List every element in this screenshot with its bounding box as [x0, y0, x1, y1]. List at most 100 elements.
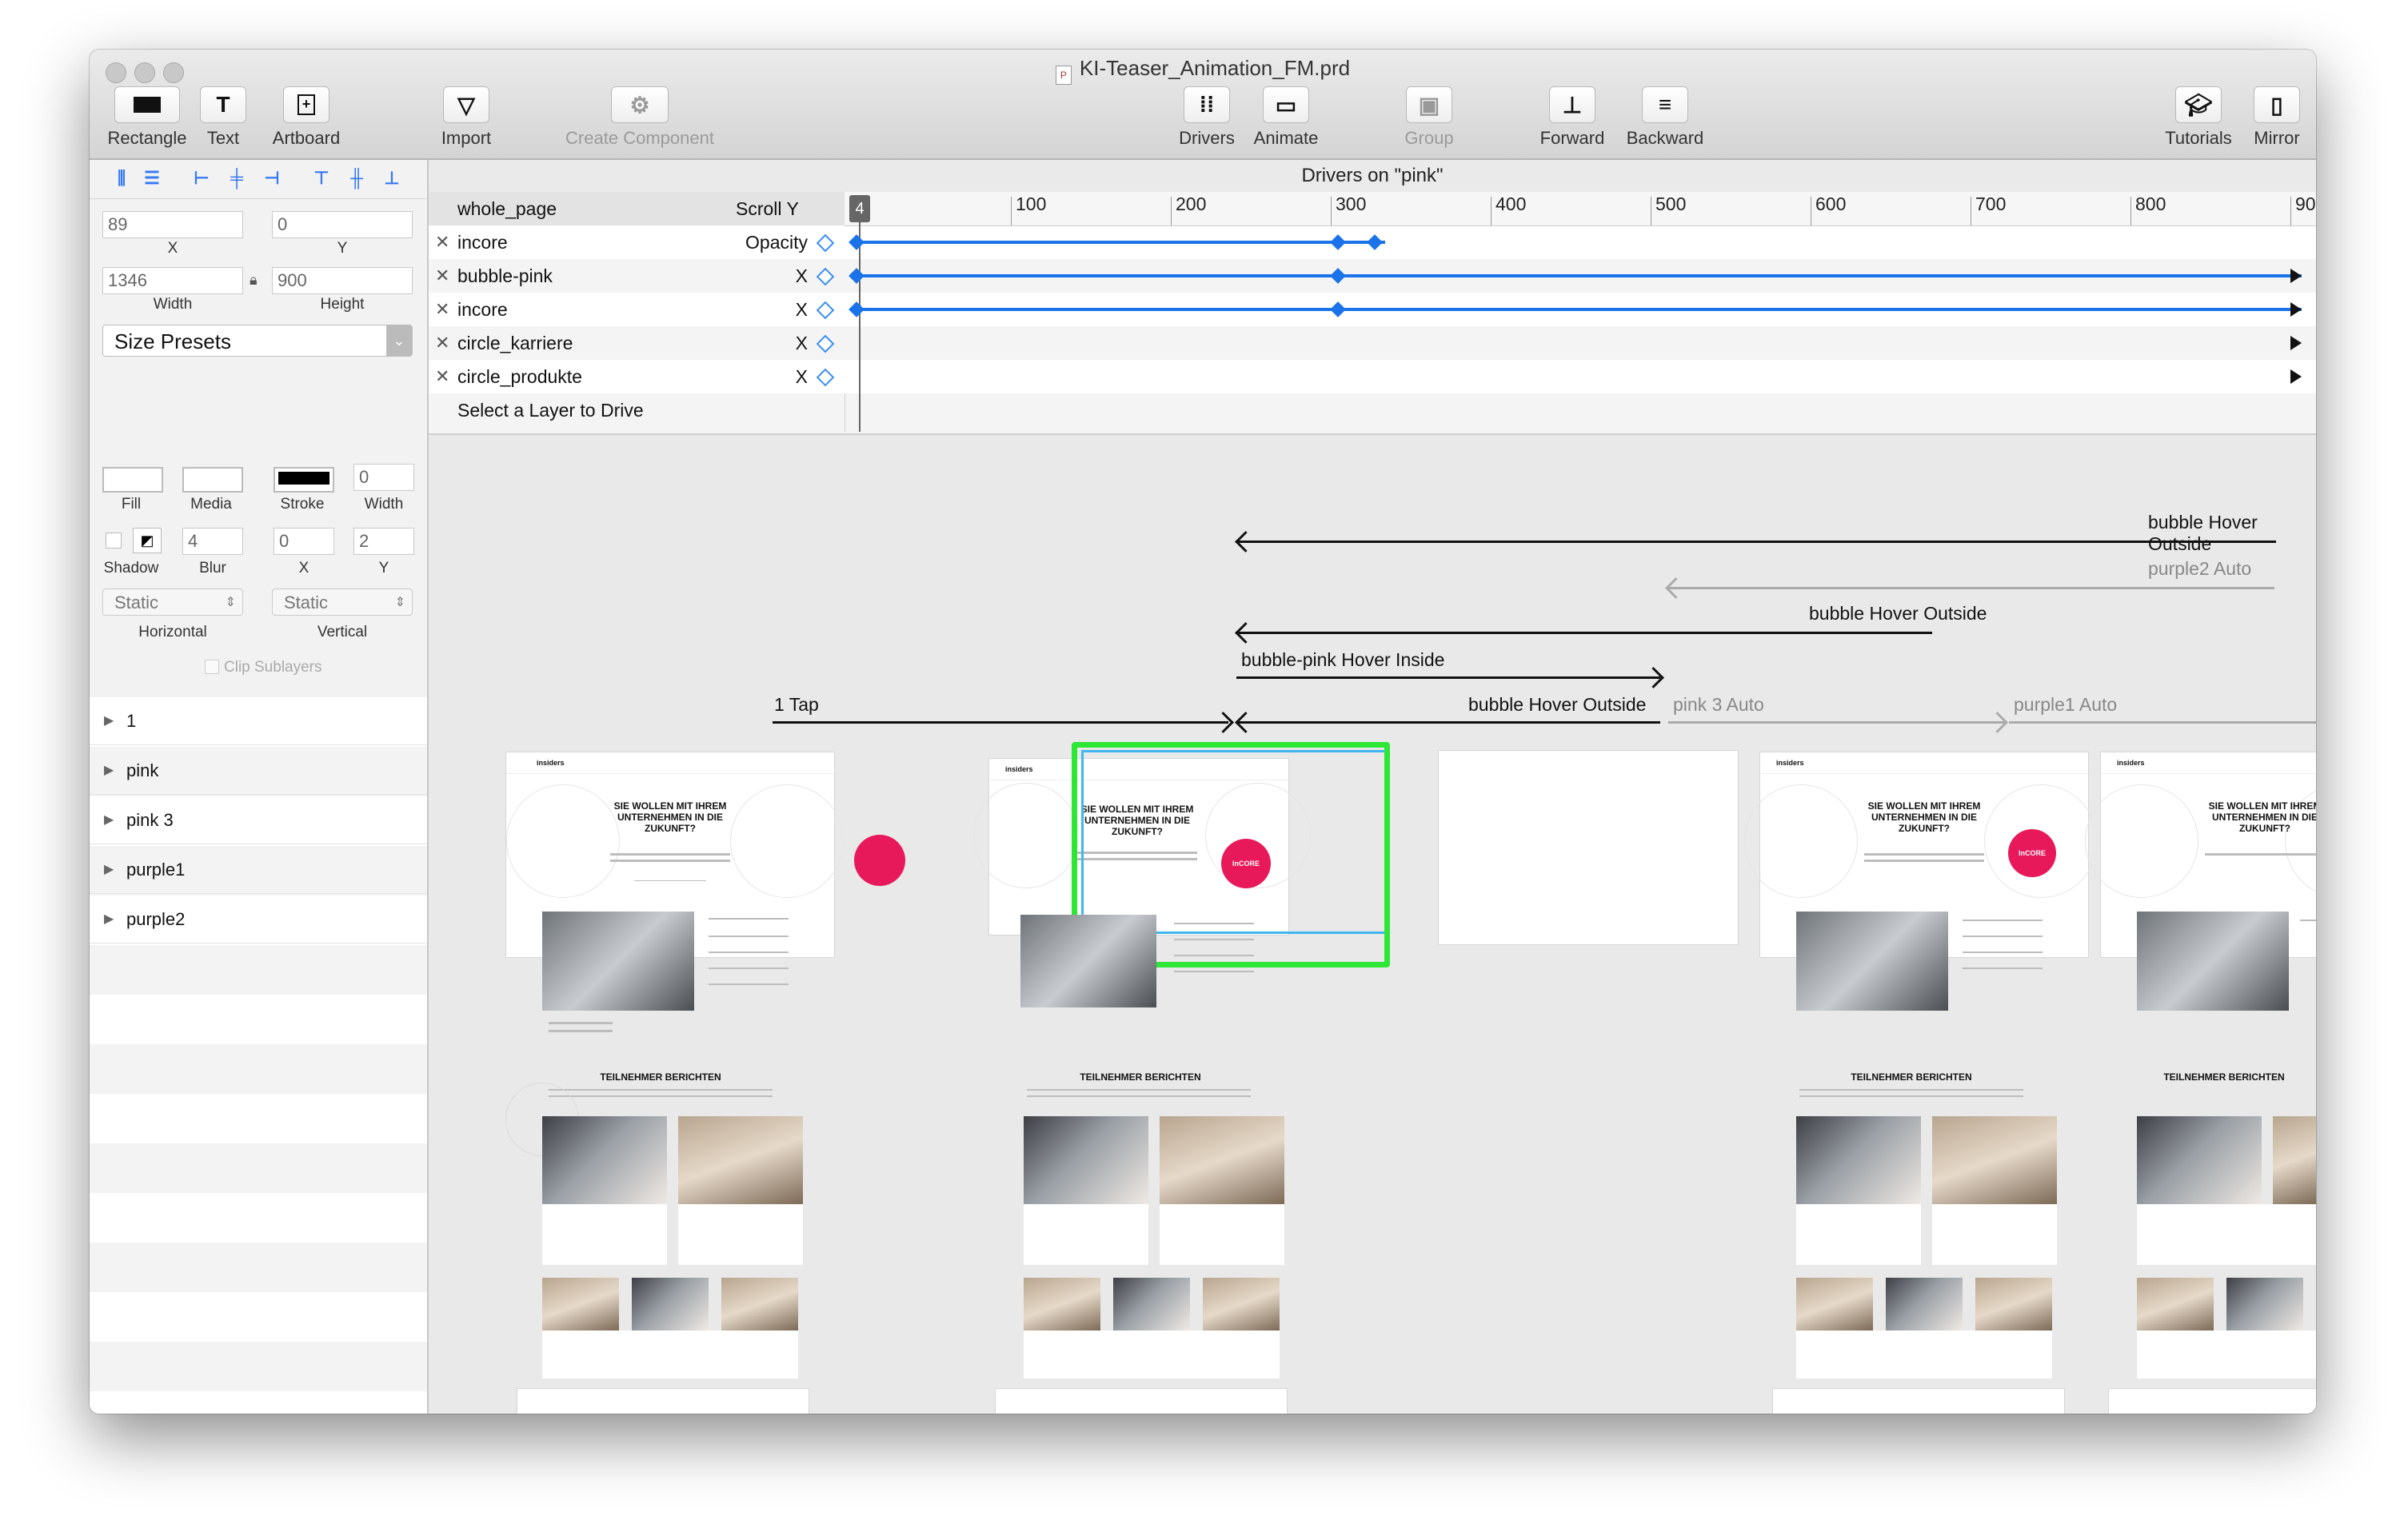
mirror-button[interactable]: ▯ Mirror [2242, 86, 2311, 149]
rectangle-tool-button[interactable]: Rectangle [99, 86, 195, 149]
connection-label[interactable]: bubble-pink Hover Inside [1241, 649, 1444, 671]
artboard-tool-button[interactable]: + Artboard [262, 86, 350, 149]
stroke-width-field[interactable]: 0 [353, 464, 414, 491]
connection-label[interactable]: purple1 Auto [2014, 694, 2117, 716]
keyframe-toggle-icon[interactable] [816, 233, 835, 253]
group-button[interactable]: ▣ Group [1393, 86, 1465, 149]
shadow-x-field[interactable]: 0 [274, 528, 334, 555]
disclosure-triangle-icon[interactable]: ▶ [104, 796, 114, 844]
distribute-vertical-icon[interactable]: ☰ [136, 166, 168, 190]
connection-line[interactable] [1236, 632, 1932, 634]
width-field[interactable]: 1346 [102, 267, 243, 294]
disclosure-triangle-icon[interactable]: ▶ [104, 846, 114, 894]
artboard-photo [721, 1278, 798, 1331]
shadow-color-icon[interactable]: ◩ [133, 528, 162, 553]
connection-label[interactable]: bubble Hover Outside [2148, 512, 2316, 555]
shadow-checkbox[interactable] [106, 533, 122, 549]
horizontal-constraint-select[interactable]: Static ⇕ [102, 588, 243, 616]
remove-driver-icon[interactable]: ✕ [435, 225, 449, 259]
keyframe-toggle-icon[interactable] [816, 368, 835, 387]
vertical-label: Vertical [317, 624, 368, 640]
connection-line[interactable] [1668, 721, 2004, 724]
blur-field[interactable]: 4 [182, 528, 243, 555]
forward-button[interactable]: ⊥ Forward [1532, 86, 1612, 149]
media-swatch[interactable] [182, 467, 243, 493]
keyframe-toggle-icon[interactable] [816, 334, 835, 353]
text-icon: T [200, 86, 246, 123]
align-right-icon[interactable]: ⊣ [256, 166, 288, 190]
section-heading: TEILNEHMER BERICHTEN [1851, 1071, 1972, 1083]
connection-line[interactable] [1236, 541, 2276, 543]
x-field[interactable]: 89 [102, 211, 243, 238]
shadow-y-field[interactable]: 2 [353, 528, 414, 555]
keyframe[interactable] [1330, 268, 1346, 284]
artboard-pink3[interactable] [1438, 750, 1739, 945]
disclosure-triangle-icon[interactable]: ▶ [104, 747, 114, 795]
connection-label[interactable]: purple2 Auto [2148, 558, 2251, 580]
height-field[interactable]: 900 [272, 267, 413, 294]
size-presets-select[interactable]: Size Presets ⌄ [102, 325, 413, 357]
connection-line[interactable] [1236, 676, 1660, 679]
connection-line[interactable] [1236, 721, 1660, 724]
import-button[interactable]: ▽ Import [422, 86, 510, 149]
driver-timeline[interactable]: 100 200 300 400 500 600 700 800 900 4 [845, 192, 2316, 432]
disclosure-triangle-icon[interactable]: ▶ [104, 697, 114, 745]
connection-label[interactable]: pink 3 Auto [1673, 694, 1764, 716]
align-top-icon[interactable]: ⊤ [305, 166, 337, 190]
card [1932, 1204, 2057, 1265]
connection-label[interactable]: bubble Hover Outside [1468, 694, 1646, 716]
bubble-pink[interactable] [854, 835, 905, 886]
layer-row[interactable]: ▶ purple1 [90, 846, 427, 894]
remove-driver-icon[interactable]: ✕ [435, 360, 449, 393]
connection-line[interactable] [773, 721, 1228, 724]
clip-sublayers-toggle[interactable]: Clip Sublayers [205, 659, 322, 676]
fill-swatch[interactable] [102, 467, 163, 493]
backward-button[interactable]: ≡ Backward [1617, 86, 1713, 149]
stroke-swatch[interactable] [274, 467, 334, 493]
artboard-photo [1975, 1278, 2052, 1331]
keyframe-toggle-icon[interactable] [816, 301, 835, 320]
remove-driver-icon[interactable]: ✕ [435, 259, 449, 293]
connection-line[interactable] [2009, 721, 2316, 724]
incore-badge[interactable]: InCORE [1221, 839, 1271, 888]
playhead-handle[interactable]: 4 [849, 195, 870, 222]
keyframe[interactable] [1367, 234, 1383, 250]
connection-label[interactable]: bubble Hover Outside [1809, 603, 1987, 624]
vertical-constraint-select[interactable]: Static ⇕ [272, 588, 413, 616]
layer-row[interactable]: ▶ 1 [90, 697, 427, 745]
layer-row[interactable]: ▶ pink [90, 747, 427, 795]
y-field[interactable]: 0 [272, 211, 413, 238]
keyframe[interactable] [849, 268, 865, 284]
artboard-pink[interactable]: insiders SIE WOLLEN MIT IHREM UNTERNEHME… [973, 758, 1311, 936]
stroke-width-label: Width [364, 496, 404, 513]
layer-row[interactable]: ▶ pink 3 [90, 796, 427, 844]
animate-button[interactable]: ▭ Animate [1246, 86, 1326, 149]
disclosure-triangle-icon[interactable]: ▶ [104, 896, 114, 944]
blur-label: Blur [199, 560, 226, 577]
distribute-horizontal-icon[interactable]: ⫼ [106, 166, 138, 190]
keyframe[interactable] [1330, 301, 1346, 317]
incore-badge[interactable]: InCORE [2008, 829, 2056, 877]
connection-line[interactable] [1667, 587, 2274, 589]
remove-driver-icon[interactable]: ✕ [435, 326, 449, 360]
artboard-photo [542, 1116, 667, 1204]
align-left-icon[interactable]: ⊢ [186, 166, 218, 190]
tutorials-button[interactable]: 🎓︎ Tutorials [2154, 86, 2242, 149]
create-component-button[interactable]: ⚙ Create Component [552, 86, 728, 149]
align-bottom-icon[interactable]: ⊥ [376, 166, 408, 190]
artboard-nav [1760, 752, 2088, 774]
align-middle-v-icon[interactable]: ╫ [341, 166, 373, 190]
keyframe[interactable] [849, 234, 865, 250]
remove-driver-icon[interactable]: ✕ [435, 293, 449, 326]
card [2137, 1204, 2316, 1265]
keyframe[interactable] [849, 301, 865, 317]
track-end-arrow-icon [2290, 302, 2302, 317]
keyframe[interactable] [1330, 234, 1346, 250]
connection-label[interactable]: 1 Tap [774, 694, 819, 716]
text-tool-button[interactable]: T Text [195, 86, 251, 149]
lock-aspect-icon[interactable]: 🔒︎ [250, 272, 258, 289]
drivers-button[interactable]: ⁞⁞ Drivers [1171, 86, 1243, 149]
align-center-h-icon[interactable]: ╪ [221, 166, 253, 190]
keyframe-toggle-icon[interactable] [816, 267, 835, 286]
layer-row[interactable]: ▶ purple2 [90, 896, 427, 944]
